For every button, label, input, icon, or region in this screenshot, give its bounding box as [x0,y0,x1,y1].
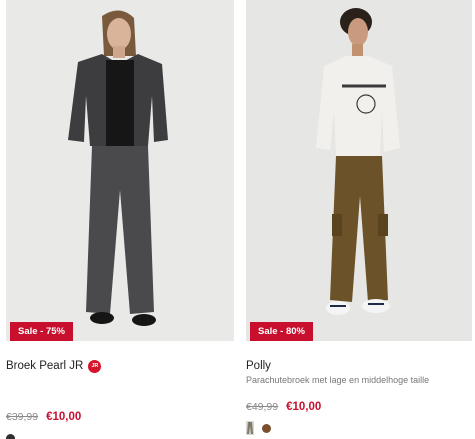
color-swatch[interactable] [262,423,271,433]
product-card[interactable]: Sale - 75% Broek Pearl JR JR €39,99 €10,… [6,0,234,439]
product-card[interactable]: Sale - 80% Polly Parachutebroek met lage… [246,0,472,435]
original-price: €49,99 [246,401,279,413]
model-photo [6,0,234,341]
model-photo [246,0,472,341]
product-title[interactable]: Polly [246,360,271,372]
sale-badge: Sale - 75% [10,322,73,341]
product-subtitle [6,375,234,387]
color-swatches [6,431,234,439]
color-swatch-thumbnail[interactable] [246,421,254,435]
trouser-thumbnail-icon [247,422,253,434]
original-price: €39,99 [6,411,39,423]
product-image[interactable]: Sale - 80% [246,0,472,341]
sale-price: €10,00 [286,401,322,413]
sale-price: €10,00 [46,411,82,423]
sale-badge: Sale - 80% [250,322,313,341]
junior-badge-icon: JR [88,359,102,373]
color-swatch[interactable] [6,433,15,439]
color-swatches [246,421,472,435]
product-title[interactable]: Broek Pearl JR [6,360,83,372]
product-image[interactable]: Sale - 75% [6,0,234,341]
product-subtitle: Parachutebroek met lage en middelhoge ta… [246,375,430,385]
